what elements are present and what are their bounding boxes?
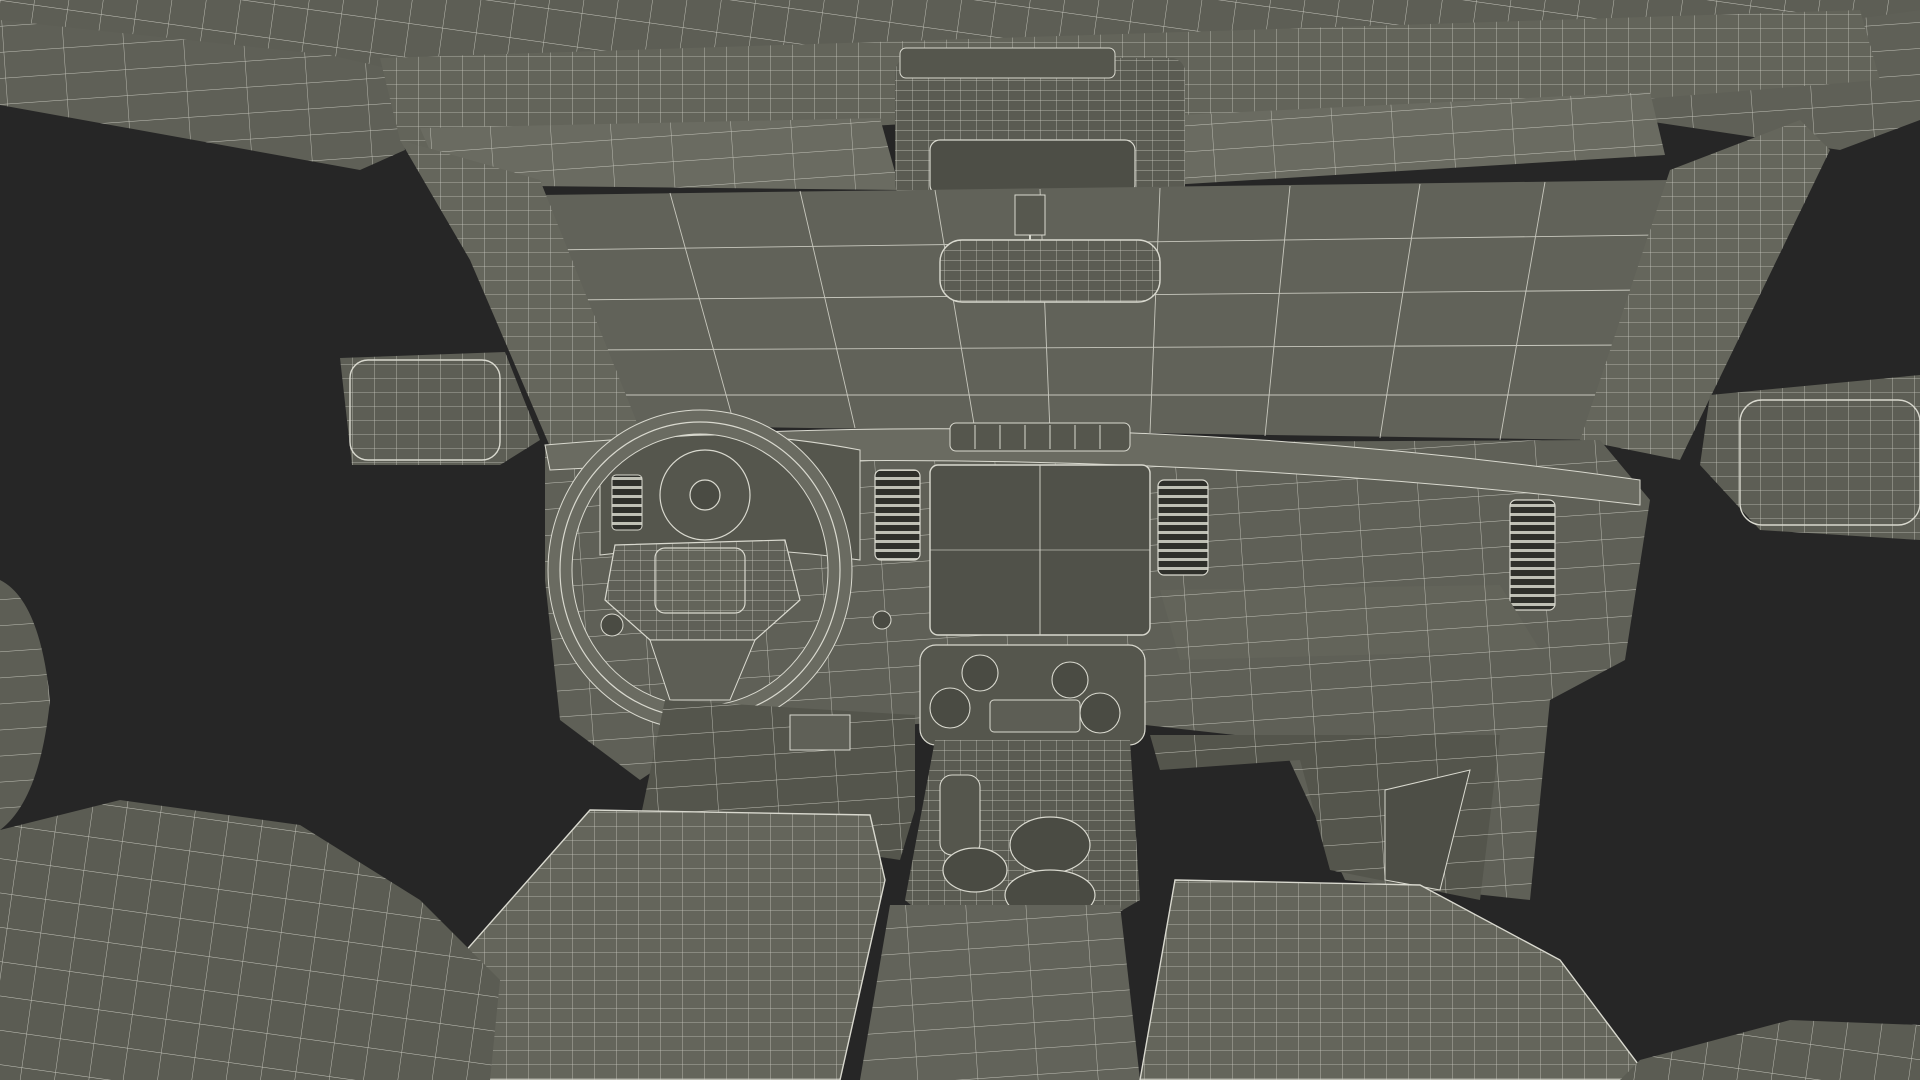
side-mirror-right (1700, 375, 1920, 540)
windshield (539, 180, 1670, 441)
side-mirror-left (340, 352, 540, 465)
passenger-seat (1139, 879, 1651, 1080)
rear-seat-right (1620, 1020, 1920, 1080)
3d-viewport[interactable] (0, 0, 1920, 1080)
driver-seat (439, 809, 886, 1080)
wireframe-render (0, 0, 1920, 1080)
roof-header (0, 0, 1920, 198)
rear-seat-left (0, 580, 500, 1080)
